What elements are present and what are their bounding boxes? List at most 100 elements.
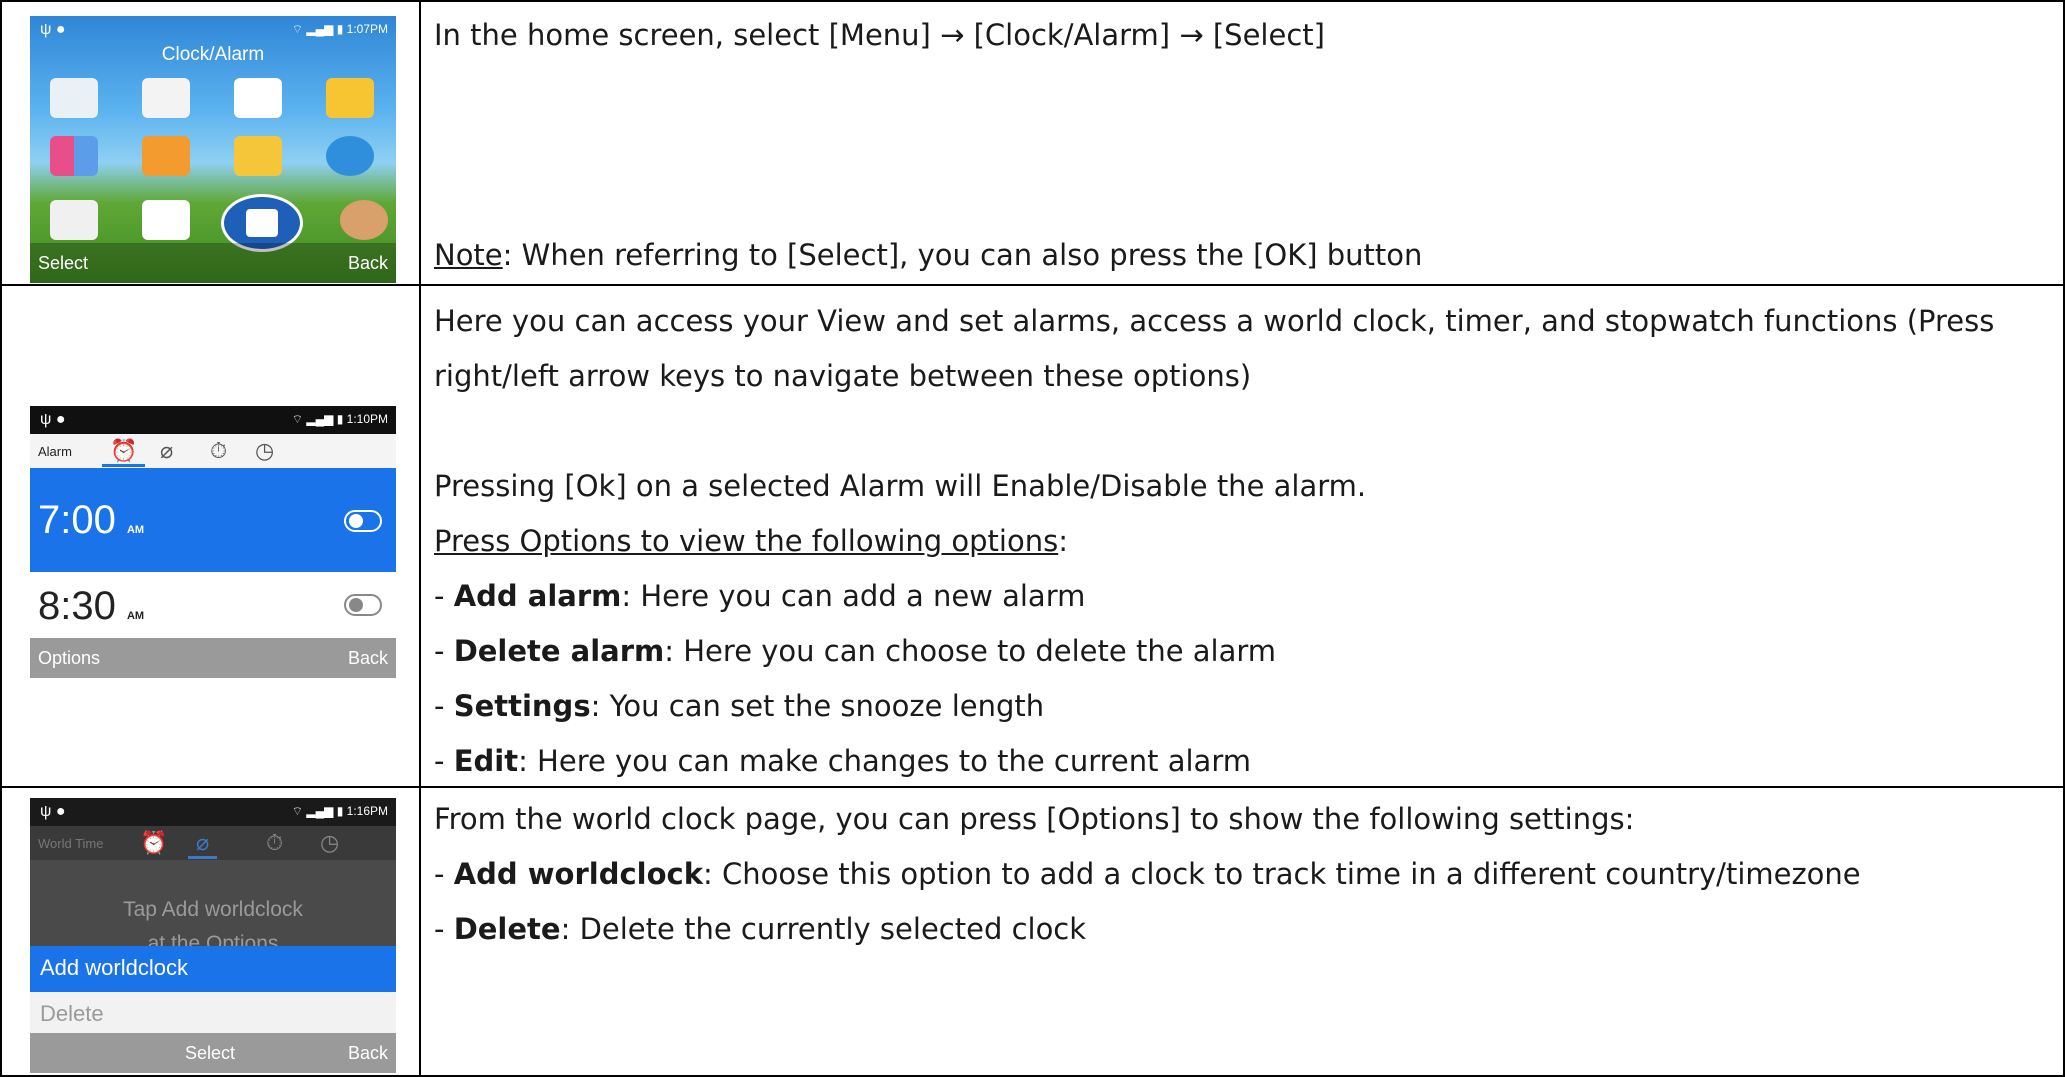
instruction-text: Here you can access your View and set al… (434, 304, 1995, 338)
item-desc: : You can set the snooze length (590, 689, 1045, 723)
stopwatch-icon[interactable]: ◷ (255, 438, 274, 464)
table-row: ψ ● ⌔ ▂▄▆ ▮ 1:07PM Clock/Alarm Select Ba… (0, 0, 2065, 284)
signal-icon: ▂▄▆ (306, 22, 334, 36)
world-icon[interactable]: ⌀ (188, 830, 218, 859)
item-term: Edit (453, 744, 519, 778)
screenshot-cell: ψ ● ⌔ ▂▄▆ ▮ 1:16PM World Time ⏰ ⌀ ⏱ ◷ Ta… (2, 788, 419, 1075)
note-line: Note: When referring to [Select], you ca… (434, 228, 1422, 283)
battery-icon: ▮ (336, 22, 344, 36)
phone-screen-menu: ψ ● ⌔ ▂▄▆ ▮ 1:07PM Clock/Alarm Select Ba… (30, 16, 396, 283)
alarm-item[interactable]: 8:30 AM (30, 572, 396, 638)
world-icon[interactable]: ⌀ (160, 438, 173, 464)
wifi-icon: ⌔ (291, 412, 304, 426)
softkey-bar: Select Back (30, 1033, 396, 1073)
list-item: - Add alarm: Here you can add a new alar… (434, 579, 1086, 613)
timer-icon[interactable]: ⏱ (266, 830, 283, 856)
timer-icon[interactable]: ⏱ (210, 438, 227, 464)
piano-icon[interactable] (142, 200, 190, 240)
item-term: Delete (453, 912, 561, 946)
item-desc: : Here you can add a new alarm (621, 579, 1086, 613)
gallery-icon[interactable] (142, 136, 190, 176)
world-icon[interactable] (326, 136, 374, 176)
tab-bar: Alarm ⏰ ⌀ ⏱ ◷ (30, 434, 396, 468)
alarm-clock-icon[interactable]: ⏰ (102, 438, 146, 467)
item-term: Settings (453, 689, 591, 723)
item-desc: : Delete the currently selected clock (560, 912, 1087, 946)
instruction-text: right/left arrow keys to navigate betwee… (434, 359, 1252, 393)
usb-icon: ψ ● (40, 803, 66, 820)
status-time: 1:16PM (346, 804, 388, 818)
screen-title: Clock/Alarm (161, 44, 265, 65)
back-softkey[interactable]: Back (348, 648, 388, 669)
delete-option[interactable]: Delete (30, 992, 396, 1038)
back-softkey[interactable]: Back (348, 1043, 388, 1064)
status-bar: ψ ● ⌔ ▂▄▆ ▮ 1:10PM (30, 406, 396, 434)
alarm-time: 7:00 (38, 498, 116, 542)
list-item: - Delete alarm: Here you can choose to d… (434, 634, 1277, 668)
instruction-text: Pressing [Ok] on a selected Alarm will E… (434, 469, 1367, 503)
apps-icon[interactable] (50, 136, 98, 176)
select-softkey[interactable]: Select (185, 1043, 235, 1064)
download-icon[interactable] (50, 78, 98, 118)
softkey-bar: Options Back (30, 638, 396, 678)
table-row: ψ ● ⌔ ▂▄▆ ▮ 1:10PM Alarm ⏰ ⌀ ⏱ ◷ 7:00 AM… (0, 284, 2065, 786)
list-item: - Settings: You can set the snooze lengt… (434, 689, 1045, 723)
alarm-time: 8:30 (38, 584, 116, 628)
stopwatch-icon[interactable]: ◷ (320, 830, 339, 856)
calendar-icon[interactable] (234, 78, 282, 118)
note-text: : When referring to [Select], you can al… (502, 238, 1423, 272)
options-intro-line: Press Options to view the following opti… (434, 514, 2055, 569)
wifi-icon: ⌔ (291, 22, 304, 36)
alarm-item-selected[interactable]: 7:00 AM (30, 468, 396, 572)
folder-icon[interactable] (234, 136, 282, 176)
hint-line: Tap Add worldclock (123, 898, 303, 921)
list-item: - Add worldclock: Choose this option to … (434, 857, 1861, 891)
colon: : (1058, 524, 1068, 558)
alarm-clock-icon[interactable]: ⏰ (140, 830, 167, 856)
options-softkey[interactable]: Options (38, 648, 100, 669)
select-softkey[interactable]: Select (38, 253, 88, 274)
wifi-icon: ⌔ (291, 804, 304, 818)
status-bar: ψ ● ⌔ ▂▄▆ ▮ 1:07PM (30, 16, 396, 44)
add-worldclock-option[interactable]: Add worldclock (30, 946, 396, 992)
alarm-ampm: AM (126, 524, 145, 536)
tab-label: World Time (38, 836, 104, 851)
signal-icon: ▂▄▆ (306, 804, 334, 818)
table-row: ψ ● ⌔ ▂▄▆ ▮ 1:16PM World Time ⏰ ⌀ ⏱ ◷ Ta… (0, 786, 2065, 1077)
battery-icon: ▮ (336, 412, 344, 426)
note-label: Note (434, 238, 503, 272)
item-term: Add worldclock (453, 857, 703, 891)
equalizer-icon[interactable] (142, 78, 190, 118)
item-term: Add alarm (453, 579, 622, 613)
list-item: - Delete: Delete the currently selected … (434, 912, 1087, 946)
instruction-text: In the home screen, select [Menu] → [Clo… (434, 18, 1325, 52)
screenshot-cell: ψ ● ⌔ ▂▄▆ ▮ 1:07PM Clock/Alarm Select Ba… (2, 2, 419, 284)
contacts-icon[interactable] (340, 200, 388, 240)
battery-icon: ▮ (336, 804, 344, 818)
screenshot-cell: ψ ● ⌔ ▂▄▆ ▮ 1:10PM Alarm ⏰ ⌀ ⏱ ◷ 7:00 AM… (2, 286, 419, 786)
item-desc: : Here you can make changes to the curre… (518, 744, 1251, 778)
status-bar: ψ ● ⌔ ▂▄▆ ▮ 1:16PM (30, 798, 396, 826)
toggle-icon[interactable] (344, 594, 382, 616)
phone-screen-alarm: ψ ● ⌔ ▂▄▆ ▮ 1:10PM Alarm ⏰ ⌀ ⏱ ◷ 7:00 AM… (30, 406, 396, 678)
options-intro: Press Options to view the following opti… (434, 524, 1059, 558)
usb-icon: ψ ● (40, 21, 66, 38)
radio-icon[interactable] (50, 200, 98, 240)
manual-table: ψ ● ⌔ ▂▄▆ ▮ 1:07PM Clock/Alarm Select Ba… (0, 0, 2065, 1077)
item-term: Delete alarm (453, 634, 665, 668)
status-time: 1:10PM (346, 412, 388, 426)
back-softkey[interactable]: Back (348, 253, 388, 274)
list-item: - Edit: Here you can make changes to the… (434, 744, 1251, 778)
signal-icon: ▂▄▆ (306, 412, 334, 426)
phone-screen-worldclock: ψ ● ⌔ ▂▄▆ ▮ 1:16PM World Time ⏰ ⌀ ⏱ ◷ Ta… (30, 798, 396, 1073)
softkey-bar: Select Back (30, 243, 396, 283)
message-icon[interactable] (326, 78, 374, 118)
tab-label: Alarm (38, 444, 72, 459)
instruction-cell: In the home screen, select [Menu] → [Clo… (434, 8, 2055, 272)
instruction-cell: From the world clock page, you can press… (434, 792, 2055, 957)
alarm-ampm: AM (126, 610, 145, 622)
status-time: 1:07PM (346, 22, 388, 36)
item-desc: : Choose this option to add a clock to t… (703, 857, 1861, 891)
toggle-icon[interactable] (344, 510, 382, 532)
